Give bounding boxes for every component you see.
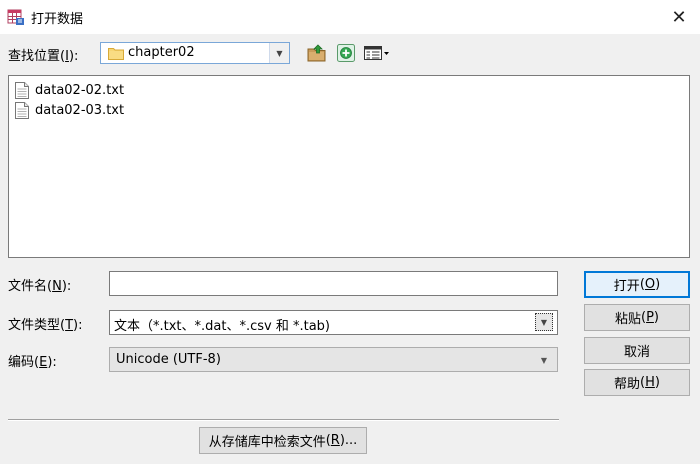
paste-button[interactable]: 粘贴(P) xyxy=(584,304,690,331)
look-in-combo[interactable]: chapter02 ▼ xyxy=(100,42,290,64)
chevron-down-icon[interactable]: ▼ xyxy=(535,313,553,331)
look-in-value: chapter02 xyxy=(128,45,195,60)
encoding-value: Unicode (UTF-8) xyxy=(116,352,221,367)
chevron-down-icon: ▼ xyxy=(540,355,548,365)
folder-icon xyxy=(108,48,124,60)
file-name: data02-03.txt xyxy=(35,102,125,118)
up-folder-button[interactable] xyxy=(306,42,328,64)
chevron-down-icon[interactable]: ▼ xyxy=(269,43,289,63)
filename-label: 文件名(N): xyxy=(8,279,72,294)
separator xyxy=(8,419,559,421)
new-folder-button[interactable] xyxy=(335,42,357,64)
cancel-button[interactable]: 取消 xyxy=(584,337,690,364)
text-file-icon xyxy=(15,81,29,99)
close-button[interactable]: ✕ xyxy=(666,6,692,28)
look-in-label: 查找位置(I): xyxy=(8,49,79,64)
new-folder-icon xyxy=(337,44,355,62)
up-folder-icon xyxy=(307,44,326,62)
filetype-value: 文本（*.txt、*.dat、*.csv 和 *.tab) xyxy=(114,319,330,334)
retrieve-from-repository-button[interactable]: 从存储库中检索文件(R)... xyxy=(199,427,367,454)
file-name: data02-02.txt xyxy=(35,82,125,98)
app-icon xyxy=(7,9,24,25)
encoding-select[interactable]: Unicode (UTF-8) ▼ xyxy=(109,347,558,372)
filename-input[interactable] xyxy=(109,271,558,296)
help-button[interactable]: 帮助(H) xyxy=(584,369,690,396)
view-menu-icon xyxy=(364,46,389,60)
close-icon: ✕ xyxy=(671,6,687,28)
filetype-label: 文件类型(T): xyxy=(8,318,83,333)
window-title: 打开数据 xyxy=(31,12,84,27)
list-item[interactable]: data02-02.txt xyxy=(15,81,124,99)
list-item[interactable]: data02-03.txt xyxy=(15,101,124,119)
open-button[interactable]: 打开(O) xyxy=(584,271,690,298)
filetype-select[interactable]: 文本（*.txt、*.dat、*.csv 和 *.tab) ▼ xyxy=(109,310,558,335)
text-file-icon xyxy=(15,101,29,119)
title-bar: 打开数据 ✕ xyxy=(0,0,700,34)
view-menu-button[interactable] xyxy=(362,42,392,64)
file-list[interactable]: data02-02.txt data02-03.txt xyxy=(8,75,690,258)
encoding-label: 编码(E): xyxy=(8,355,57,370)
